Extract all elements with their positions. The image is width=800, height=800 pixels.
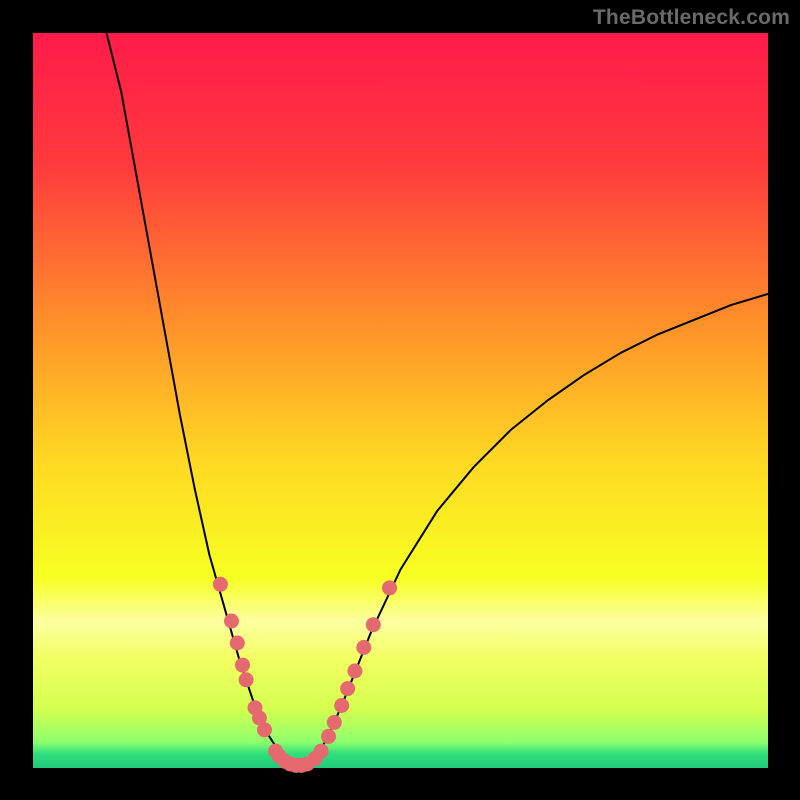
curve-marker: [230, 636, 245, 651]
curve-marker: [235, 658, 250, 673]
curve-marker: [224, 614, 239, 629]
chart-frame: TheBottleneck.com: [0, 0, 800, 800]
curve-marker: [213, 577, 228, 592]
curve-marker: [340, 681, 355, 696]
curve-marker: [382, 580, 397, 595]
watermark-text: TheBottleneck.com: [593, 6, 790, 30]
chart-svg: [0, 0, 800, 800]
curve-marker: [239, 672, 254, 687]
curve-marker: [327, 715, 342, 730]
plot-background: [33, 33, 768, 768]
curve-marker: [347, 664, 362, 679]
curve-marker: [366, 617, 381, 632]
curve-marker: [321, 729, 336, 744]
curve-marker: [314, 744, 329, 759]
curve-marker: [356, 640, 371, 655]
curve-marker: [334, 698, 349, 713]
curve-marker: [257, 722, 272, 737]
